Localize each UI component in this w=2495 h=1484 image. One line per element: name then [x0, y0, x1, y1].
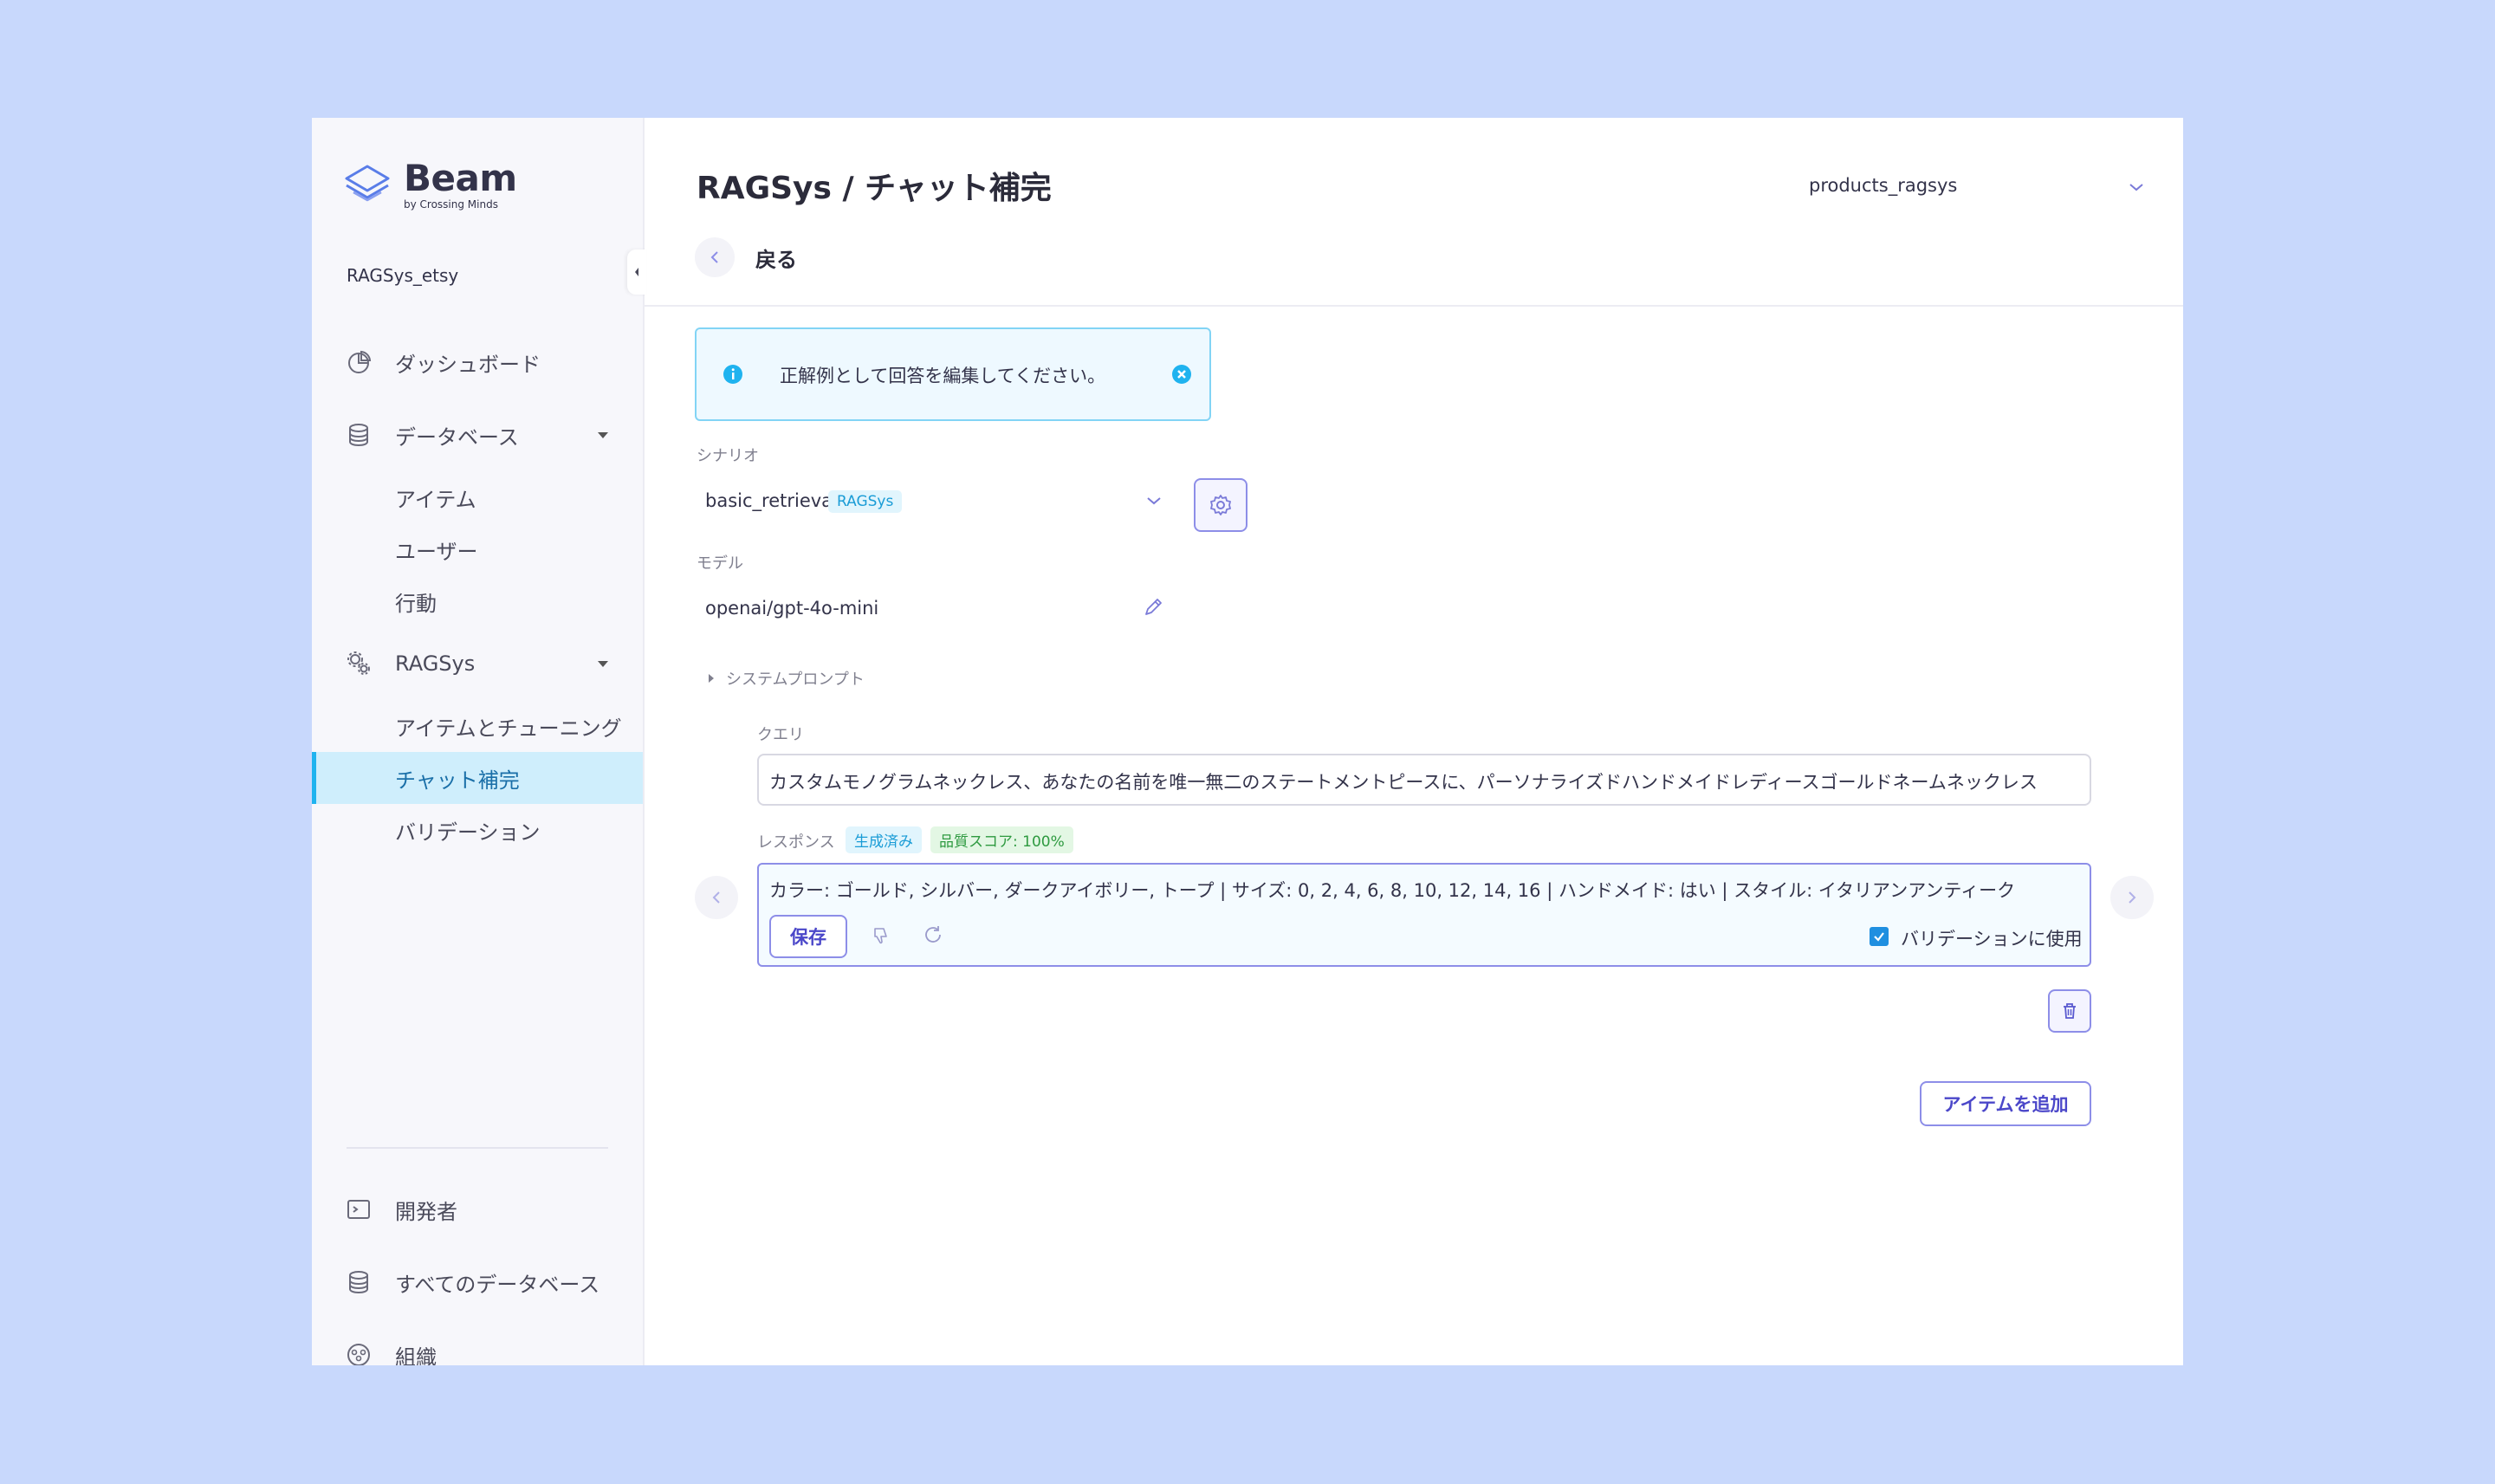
gear-icon [1210, 495, 1231, 515]
database-select[interactable]: products_ragsys [1809, 172, 2155, 206]
sidebar-item-database[interactable]: データベース [312, 409, 643, 461]
trash-icon [2064, 1003, 2076, 1019]
scenario-badge: RAGSys [828, 490, 903, 513]
scenario-select-value: basic_retrieval [705, 490, 838, 511]
sidebar-item-all-databases[interactable]: すべてのデータベース [312, 1256, 643, 1308]
sidebar-item-dashboard[interactable]: ダッシュボード [312, 336, 643, 388]
brand-subtitle: by Crossing Minds [404, 198, 498, 211]
thumbs-down-icon[interactable] [870, 925, 891, 946]
delete-example-button[interactable] [2048, 989, 2091, 1033]
checkmark-icon [1874, 932, 1884, 942]
pencil-icon[interactable] [1142, 596, 1164, 619]
sidebar-item-label: 行動 [395, 591, 437, 616]
sidebar-item-items[interactable]: アイテム [312, 471, 643, 523]
brand-logo[interactable]: Beam by Crossing Minds [341, 159, 517, 211]
sidebar-item-validation[interactable]: バリデーション [312, 804, 643, 856]
project-name: RAGSys_etsy [347, 265, 459, 286]
validation-checkbox[interactable] [1870, 927, 1889, 946]
query-label: クエリ [757, 726, 804, 744]
scenario-label: シナリオ [697, 447, 759, 465]
sidebar-item-users[interactable]: ユーザー [312, 523, 643, 575]
add-item-button[interactable]: アイテムを追加 [1920, 1081, 2091, 1126]
sidebar-item-developer[interactable]: 開発者 [312, 1183, 643, 1235]
model-field[interactable]: openai/gpt-4o-mini [697, 586, 1164, 627]
sidebar-divider [347, 1147, 608, 1149]
chevron-down-icon [1147, 497, 1161, 505]
scenario-select[interactable]: basic_retrieval RAGSys [697, 480, 1164, 522]
page-title: RAGSys / チャット補完 [697, 171, 1052, 206]
sidebar-item-label: データベース [395, 424, 519, 450]
database-icon [349, 424, 368, 447]
sidebar-item-ragsys[interactable]: RAGSys [312, 638, 643, 690]
info-alert: 正解例として回答を編集してください。 [695, 327, 1211, 421]
header-divider [643, 305, 2183, 307]
sidebar-item-items-tuning[interactable]: アイテムとチューニング [312, 700, 643, 752]
validation-checkbox-label[interactable]: バリデーションに使用 [1901, 925, 2083, 951]
response-value[interactable]: カラー: ゴールド, シルバー, ダークアイボリー, トープ | サイズ: 0,… [769, 877, 2015, 903]
system-prompt-label: システムプロンプト [726, 671, 865, 689]
chevron-left-icon [712, 891, 720, 904]
database-select-value: products_ragsys [1809, 175, 1958, 196]
sidebar-item-interactions[interactable]: 行動 [312, 575, 643, 627]
model-label: モデル [697, 554, 743, 573]
query-value: カスタムモノグラムネックレス、あなたの名前を唯一無二のステートメントピースに、パ… [769, 772, 2038, 793]
sidebar-item-label: アイテムとチューニング [395, 716, 622, 741]
sidebar-item-label: アイテム [395, 487, 476, 512]
previous-example-button[interactable] [695, 876, 738, 919]
caret-right-icon [709, 674, 714, 683]
organization-icon [347, 1344, 370, 1365]
back-label[interactable]: 戻る [755, 243, 797, 273]
close-icon[interactable] [1171, 364, 1192, 385]
sidebar-item-label: 組織 [395, 1345, 437, 1366]
model-value: openai/gpt-4o-mini [705, 598, 879, 619]
brand-name: Beam [404, 157, 517, 199]
sidebar-item-label: RAGSys [395, 651, 476, 676]
next-example-button[interactable] [2110, 876, 2154, 919]
quality-score-badge: 品質スコア: 100% [930, 826, 1073, 853]
terminal-icon [347, 1200, 370, 1219]
info-icon [723, 365, 742, 384]
chevron-right-icon [2129, 891, 2136, 904]
chevron-left-icon [635, 268, 638, 276]
sidebar-item-label: バリデーション [395, 820, 541, 845]
generated-badge: 生成済み [846, 826, 922, 853]
save-button[interactable]: 保存 [769, 915, 847, 958]
sidebar-item-label: 開発者 [395, 1199, 457, 1224]
query-input[interactable]: カスタムモノグラムネックレス、あなたの名前を唯一無二のステートメントピースに、パ… [757, 754, 2091, 806]
sidebar: Beam by Crossing Minds RAGSys_etsy ダッシュボ… [312, 118, 646, 1365]
response-label: レスポンス [757, 833, 835, 852]
refresh-icon[interactable] [922, 923, 944, 946]
caret-down-icon [598, 660, 608, 667]
main-content: RAGSys / チャット補完 products_ragsys 戻る 正解例とし… [643, 118, 2183, 1365]
scenario-settings-button[interactable] [1194, 478, 1248, 532]
response-editor[interactable]: カラー: ゴールド, シルバー, ダークアイボリー, トープ | サイズ: 0,… [757, 863, 2091, 967]
app-window: Beam by Crossing Minds RAGSys_etsy ダッシュボ… [312, 118, 2183, 1365]
caret-down-icon [598, 431, 608, 438]
alert-text: 正解例として回答を編集してください。 [780, 366, 1106, 386]
back-button[interactable] [695, 237, 735, 277]
gears-icon [347, 651, 370, 675]
sidebar-item-label: チャット補完 [395, 768, 520, 793]
system-prompt-toggle[interactable]: システムプロンプト [709, 667, 865, 690]
database-icon [349, 1271, 368, 1294]
chevron-down-icon [2129, 184, 2143, 191]
sidebar-item-label: ダッシュボード [395, 352, 541, 377]
sidebar-item-organization[interactable]: 組織 [312, 1329, 643, 1365]
beam-logo-icon [345, 165, 390, 202]
chevron-left-icon [710, 251, 718, 263]
pie-chart-icon [348, 350, 372, 373]
sidebar-item-chat-completion[interactable]: チャット補完 [312, 752, 643, 804]
sidebar-item-label: ユーザー [395, 539, 478, 564]
sidebar-item-label: すべてのデータベース [395, 1272, 600, 1297]
